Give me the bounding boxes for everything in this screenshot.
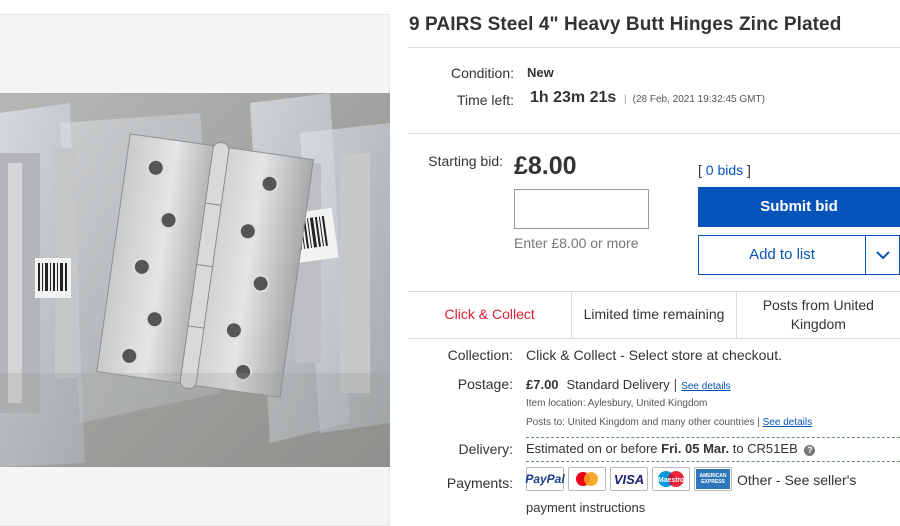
chevron-down-icon xyxy=(875,250,890,259)
feature-posts-from: Posts from United Kingdom xyxy=(762,296,874,332)
postage-label: Postage: xyxy=(457,376,513,392)
maestro-circles-icon: Maestro xyxy=(658,471,686,487)
paypal-text: PayPal xyxy=(525,472,565,486)
product-image[interactable] xyxy=(0,93,390,467)
separator-pipe: | xyxy=(673,376,678,392)
dotted-divider xyxy=(526,437,900,438)
posts-to: Posts to: United Kingdom and many other … xyxy=(526,417,812,428)
bid-hint: Enter £8.00 or more xyxy=(514,235,639,251)
bid-count: [ 0 bids ] xyxy=(698,162,751,178)
collection-value: Click & Collect - Select store at checko… xyxy=(526,347,782,363)
delivery-value: Estimated on or before Fri. 05 Mar. to C… xyxy=(526,441,816,456)
image-panel xyxy=(0,14,390,526)
time-left-value: 1h 23m 21s xyxy=(530,89,617,106)
end-time-text: (28 Feb, 2021 19:32:45 GMT) xyxy=(632,94,765,105)
feature-limited-time: Limited time remaining xyxy=(572,291,737,338)
divider xyxy=(408,133,900,134)
amex-icon: AMERICAN EXPRESS xyxy=(694,467,732,491)
starting-bid-price: £8.00 xyxy=(514,152,577,180)
add-to-list-dropdown[interactable] xyxy=(865,235,900,275)
listing-title: 9 PAIRS Steel 4" Heavy Butt Hinges Zinc … xyxy=(409,14,842,35)
mastercard-icon xyxy=(568,467,606,491)
delivery-date: Fri. 05 Mar. xyxy=(661,441,730,456)
maestro-icon: Maestro xyxy=(652,467,690,491)
visa-text: VISA xyxy=(613,471,645,487)
info-icon[interactable]: ? xyxy=(804,445,816,456)
divider xyxy=(408,338,900,339)
postage-method: Standard Delivery xyxy=(566,377,670,392)
divider xyxy=(408,47,900,48)
separator-pipe: | xyxy=(757,417,760,428)
time-left-label: Time left: xyxy=(456,92,514,108)
feature-strip: Click & Collect Limited time remaining P… xyxy=(408,291,900,338)
hinges-photo-illustration xyxy=(0,93,390,467)
bid-amount-input[interactable] xyxy=(514,189,649,229)
collection-label: Collection: xyxy=(447,347,513,363)
postage-price: £7.00 xyxy=(526,377,559,392)
visa-icon: VISA xyxy=(610,467,648,491)
paypal-icon: PayPal xyxy=(525,467,565,491)
feature-click-collect: Click & Collect xyxy=(408,291,573,338)
amex-badge: AMERICAN EXPRESS xyxy=(696,469,730,489)
dotted-divider xyxy=(526,461,900,462)
add-to-list-button[interactable]: Add to list xyxy=(698,235,866,275)
item-location: Item location: Aylesbury, United Kingdom xyxy=(526,398,708,409)
payments-other-line2: payment instructions xyxy=(526,500,646,515)
delivery-to: to CR51EB xyxy=(732,441,798,456)
posts-to-text: Posts to: United Kingdom and many other … xyxy=(526,417,755,428)
delivery-prefix: Estimated on or before xyxy=(526,441,658,456)
maestro-text: Maestro xyxy=(658,477,686,484)
payments-other: Other - See seller's xyxy=(737,472,857,488)
condition-value: New xyxy=(527,65,554,80)
postage-see-details-link[interactable]: See details xyxy=(681,381,730,392)
payments-label: Payments: xyxy=(446,475,513,491)
mastercard-circles-icon xyxy=(576,472,598,486)
delivery-label: Delivery: xyxy=(458,441,513,457)
end-time: | (28 Feb, 2021 19:32:45 GMT) xyxy=(624,94,765,105)
starting-bid-label: Starting bid: xyxy=(428,153,503,169)
postage-value: £7.00 Standard Delivery | See details xyxy=(526,376,731,392)
separator-pipe: | xyxy=(624,94,627,105)
posts-to-see-details-link[interactable]: See details xyxy=(763,417,812,428)
bid-count-link[interactable]: 0 bids xyxy=(706,162,743,178)
submit-bid-button[interactable]: Submit bid xyxy=(698,187,900,227)
condition-label: Condition: xyxy=(450,65,514,81)
